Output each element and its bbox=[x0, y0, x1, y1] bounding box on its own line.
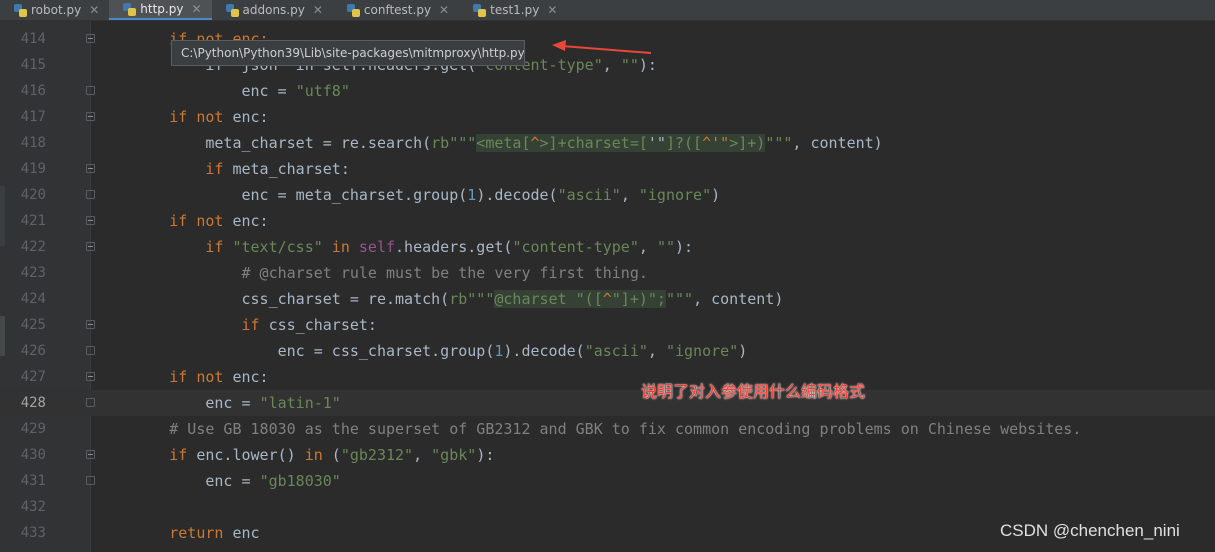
line-number: 419 bbox=[20, 161, 46, 177]
line-number: 417 bbox=[20, 109, 46, 125]
line-number: 426 bbox=[20, 343, 46, 359]
line-number: 414 bbox=[20, 31, 46, 47]
fold-end-icon bbox=[86, 476, 95, 485]
code-line-424[interactable]: 424 css_charset = re.match(rb"""@charset… bbox=[0, 286, 1215, 312]
code-text: enc = "latin-1" bbox=[205, 394, 341, 412]
tab-label: addons.py bbox=[242, 3, 305, 17]
code-text: enc = meta_charset.group(1).decode("asci… bbox=[241, 186, 721, 204]
tab-http-py[interactable]: http.py ✕ bbox=[109, 0, 212, 20]
code-line-425[interactable]: 425 if css_charset: bbox=[0, 312, 1215, 338]
code-line-419[interactable]: 419 if meta_charset: bbox=[0, 156, 1215, 182]
code-text: if not enc: bbox=[169, 108, 269, 126]
editor-tab-bar: robot.py ✕ http.py ✕ addons.py ✕ conftes… bbox=[0, 0, 1215, 21]
fold-toggle-icon[interactable] bbox=[86, 164, 95, 173]
code-line-432[interactable]: 432 bbox=[0, 494, 1215, 520]
fold-toggle-icon[interactable] bbox=[86, 450, 95, 459]
python-file-icon bbox=[473, 3, 487, 17]
line-number: 430 bbox=[20, 447, 46, 463]
file-path-tooltip: C:\Python\Python39\Lib\site-packages\mit… bbox=[171, 40, 525, 66]
line-number: 416 bbox=[20, 83, 46, 99]
fold-toggle-icon[interactable] bbox=[86, 112, 95, 121]
code-line-430[interactable]: 430 if enc.lower() in ("gb2312", "gbk"): bbox=[0, 442, 1215, 468]
fold-end-icon bbox=[86, 346, 95, 355]
code-line-417[interactable]: 417 if not enc: bbox=[0, 104, 1215, 130]
code-line-427[interactable]: 427 if not enc: bbox=[0, 364, 1215, 390]
code-line-429[interactable]: 429 # Use GB 18030 as the superset of GB… bbox=[0, 416, 1215, 442]
close-icon[interactable]: ✕ bbox=[191, 2, 201, 16]
code-text: css_charset = re.match(rb"""@charset "([… bbox=[241, 290, 784, 308]
line-number: 427 bbox=[20, 369, 46, 385]
python-file-icon bbox=[346, 3, 360, 17]
close-icon[interactable]: ✕ bbox=[89, 3, 99, 17]
line-number: 424 bbox=[20, 291, 46, 307]
code-text: enc = css_charset.group(1).decode("ascii… bbox=[277, 342, 748, 360]
line-number: 423 bbox=[20, 265, 46, 281]
fold-end-icon bbox=[86, 190, 95, 199]
fold-end-icon bbox=[86, 398, 95, 407]
tab-label: test1.py bbox=[490, 3, 540, 17]
code-line-422[interactable]: 422 if "text/css" in self.headers.get("c… bbox=[0, 234, 1215, 260]
tab-robot-py[interactable]: robot.py ✕ bbox=[0, 0, 109, 20]
line-number: 429 bbox=[20, 421, 46, 437]
chinese-annotation-text: 说明了对入参使用什么编码格式 bbox=[641, 382, 866, 401]
code-text: return enc bbox=[169, 524, 260, 542]
code-text: # Use GB 18030 as the superset of GB2312… bbox=[169, 420, 1082, 438]
python-file-icon bbox=[123, 2, 137, 16]
code-text: if "text/css" in self.headers.get("conte… bbox=[205, 238, 694, 256]
code-text: if enc.lower() in ("gb2312", "gbk"): bbox=[169, 446, 495, 464]
code-text: enc = "gb18030" bbox=[205, 472, 341, 490]
line-number: 431 bbox=[20, 473, 46, 489]
close-icon[interactable]: ✕ bbox=[547, 3, 557, 17]
fold-end-icon bbox=[86, 86, 95, 95]
fold-toggle-icon[interactable] bbox=[86, 242, 95, 251]
line-number: 421 bbox=[20, 213, 46, 229]
close-icon[interactable]: ✕ bbox=[313, 3, 323, 17]
line-number: 425 bbox=[20, 317, 46, 333]
code-line-416[interactable]: 416 enc = "utf8" bbox=[0, 78, 1215, 104]
tab-label: http.py bbox=[140, 2, 184, 16]
code-text: if not enc: bbox=[169, 212, 269, 230]
fold-toggle-icon[interactable] bbox=[86, 320, 95, 329]
python-file-icon bbox=[14, 3, 27, 17]
code-line-426[interactable]: 426 enc = css_charset.group(1).decode("a… bbox=[0, 338, 1215, 364]
code-editor[interactable]: 414 if not enc: 415 if "json" in self.he… bbox=[0, 21, 1215, 552]
code-text: meta_charset = re.search(rb"""<meta[^>]+… bbox=[205, 134, 883, 152]
code-line-421[interactable]: 421 if not enc: bbox=[0, 208, 1215, 234]
fold-toggle-icon[interactable] bbox=[86, 372, 95, 381]
line-number: 418 bbox=[20, 135, 46, 151]
close-icon[interactable]: ✕ bbox=[439, 3, 449, 17]
line-number: 432 bbox=[20, 499, 46, 515]
fold-toggle-icon[interactable] bbox=[86, 216, 95, 225]
line-number: 433 bbox=[20, 525, 46, 541]
code-line-431[interactable]: 431 enc = "gb18030" bbox=[0, 468, 1215, 494]
tab-conftest-py[interactable]: conftest.py ✕ bbox=[333, 0, 459, 20]
code-text: if not enc: bbox=[169, 368, 269, 386]
tab-test1-py[interactable]: test1.py ✕ bbox=[459, 0, 567, 20]
red-arrow-annotation bbox=[552, 40, 652, 54]
code-line-418[interactable]: 418 meta_charset = re.search(rb"""<meta[… bbox=[0, 130, 1215, 156]
line-number: 415 bbox=[20, 57, 46, 73]
code-text: enc = "utf8" bbox=[241, 82, 350, 100]
code-text: if css_charset: bbox=[241, 316, 377, 334]
tab-label: conftest.py bbox=[363, 3, 432, 17]
tab-label: robot.py bbox=[31, 3, 82, 17]
line-number: 422 bbox=[20, 239, 46, 255]
code-text: if meta_charset: bbox=[205, 160, 350, 178]
python-file-icon bbox=[225, 3, 239, 17]
line-number: 420 bbox=[20, 187, 46, 203]
tab-addons-py[interactable]: addons.py ✕ bbox=[212, 0, 333, 20]
code-line-420[interactable]: 420 enc = meta_charset.group(1).decode("… bbox=[0, 182, 1215, 208]
fold-toggle-icon[interactable] bbox=[86, 34, 95, 43]
code-text: # @charset rule must be the very first t… bbox=[241, 264, 648, 282]
code-line-428-current[interactable]: 428 enc = "latin-1" bbox=[0, 390, 1215, 416]
line-number: 428 bbox=[20, 395, 46, 411]
code-line-423[interactable]: 423 # @charset rule must be the very fir… bbox=[0, 260, 1215, 286]
csdn-watermark: CSDN @chenchen_nini bbox=[1000, 521, 1180, 540]
